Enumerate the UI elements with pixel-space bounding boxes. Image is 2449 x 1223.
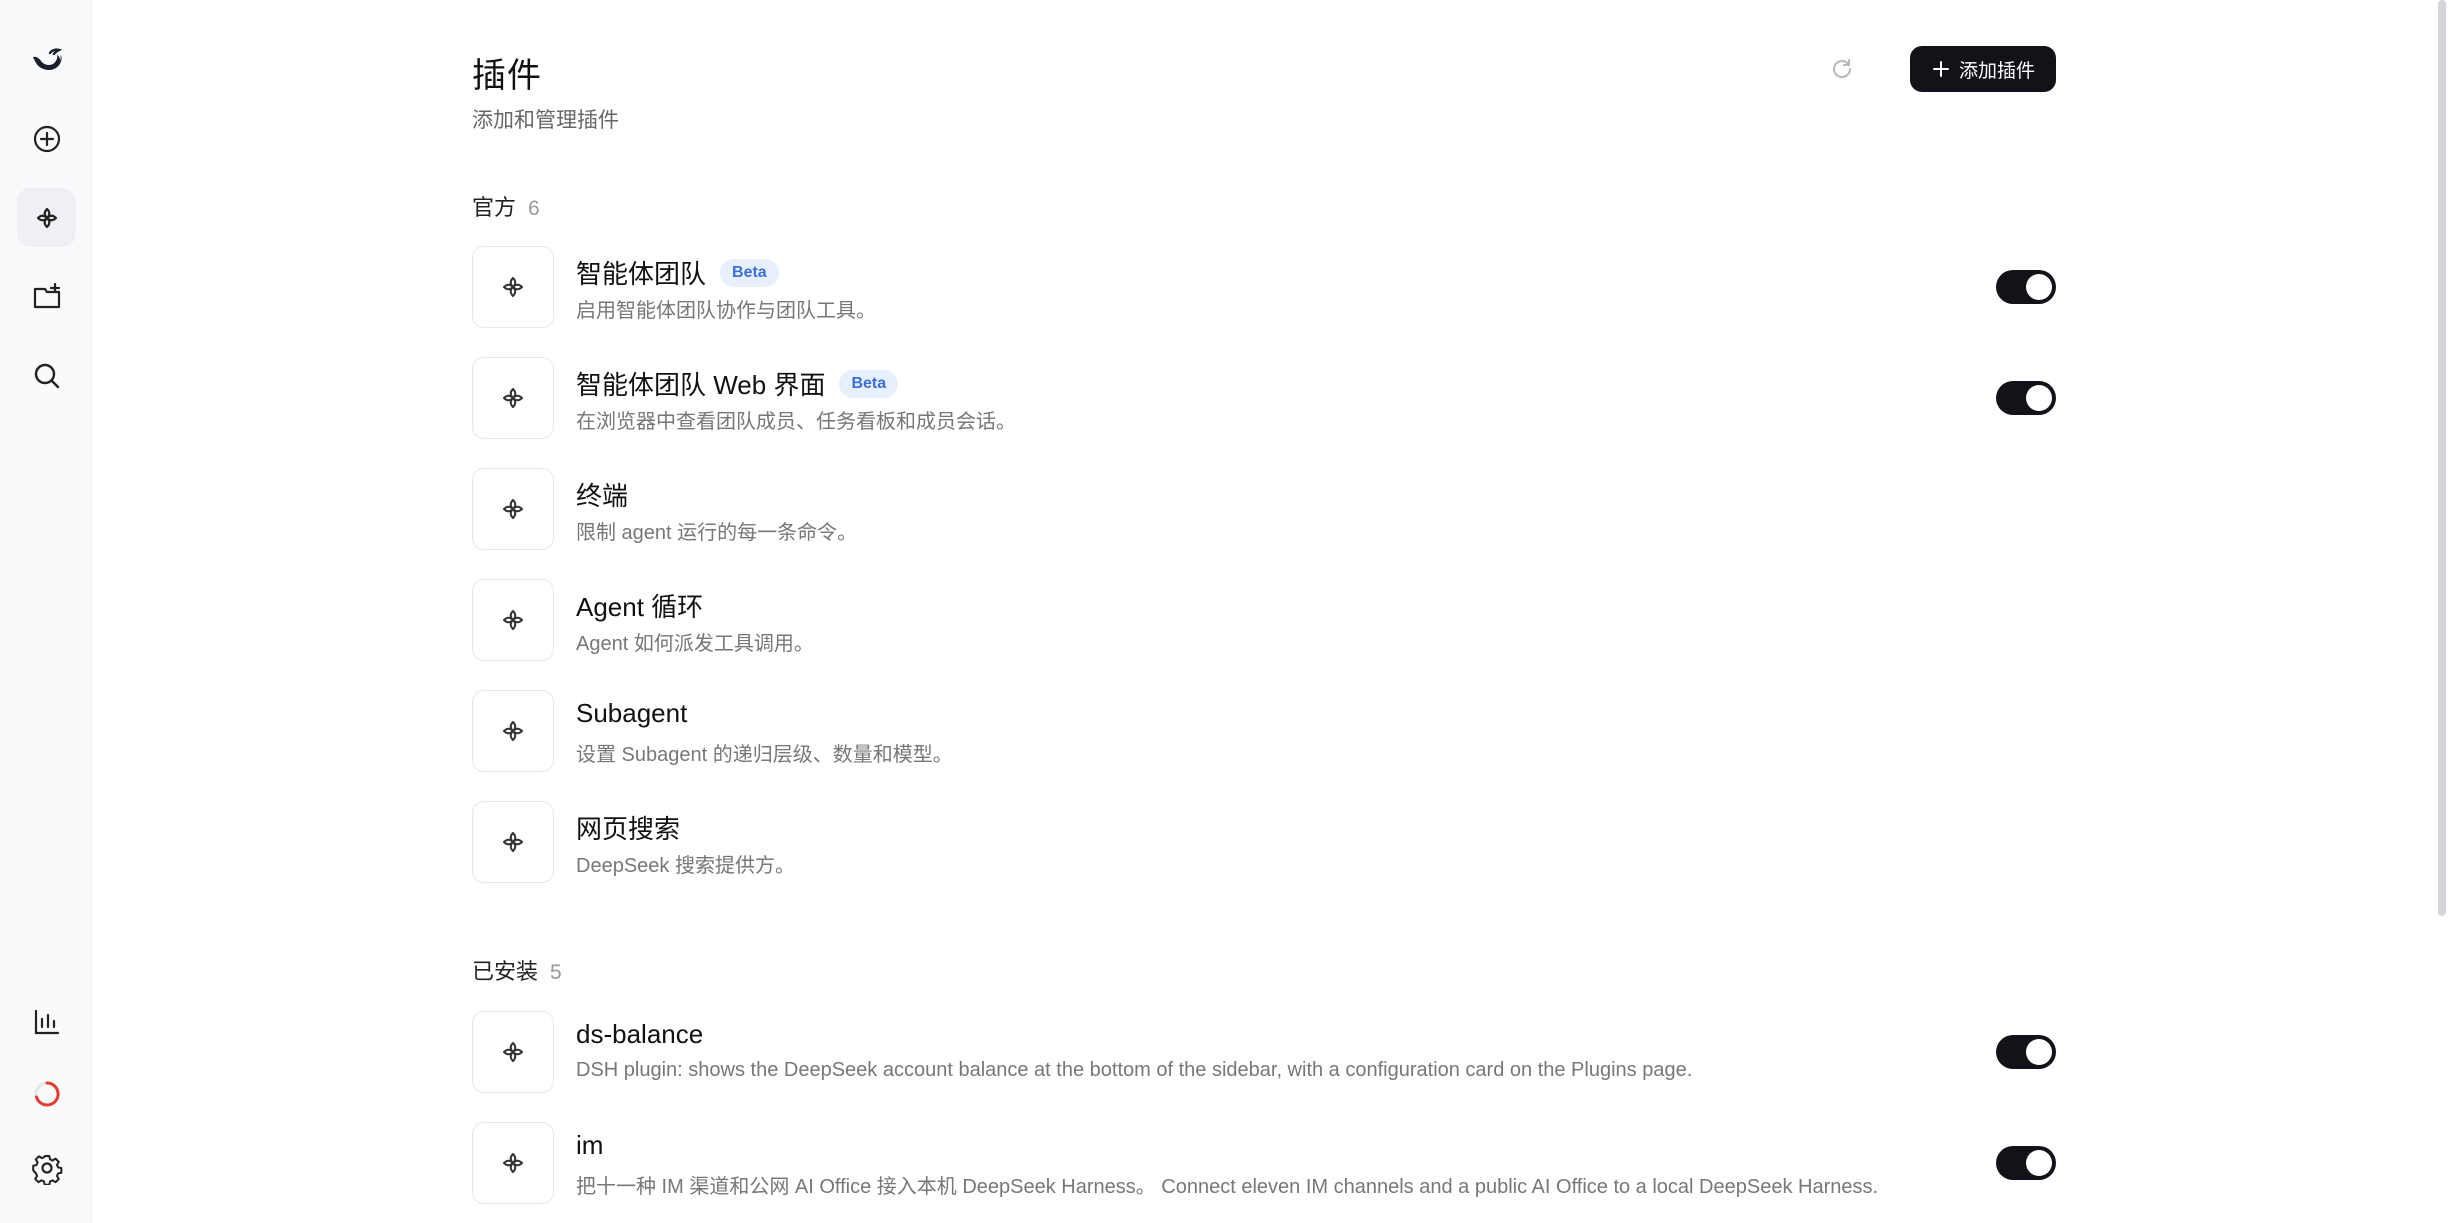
plugin-description: DeepSeek 搜索提供方。 (576, 855, 795, 877)
plus-icon (1932, 61, 1949, 77)
plugin-icon-box (472, 246, 554, 328)
plugins-nav-button[interactable] (17, 188, 76, 247)
page-scrollbar[interactable] (2437, 0, 2449, 1223)
plugin-name: 智能体团队 Web 界面 Beta (576, 365, 899, 402)
plugin-title: 网页搜索 (576, 814, 681, 844)
refresh-icon (1833, 59, 1851, 78)
plugin-toggle[interactable] (1996, 1035, 2056, 1069)
plugin-icon-box (472, 579, 554, 661)
plugin-puzzle-icon (503, 388, 523, 408)
plugin-title: ds-balance (576, 1019, 704, 1049)
usage-button[interactable] (17, 1064, 76, 1123)
bar-chart-icon (34, 1009, 59, 1034)
plugin-name: Agent 循环 (576, 587, 703, 624)
toggle-knob (2026, 1150, 2052, 1176)
main-panel: 插件 添加和管理插件 添加插件 官方 6 智能体团队 Beta 启用智能体团队协… (92, 0, 2449, 1223)
section-installed-label: 已安装 (472, 959, 539, 984)
stats-button[interactable] (17, 992, 76, 1051)
toggle-knob (2026, 385, 2052, 411)
search-icon (34, 363, 59, 388)
plugin-puzzle-icon (503, 832, 523, 852)
plugin-description: 在浏览器中查看团队成员、任务看板和成员会话。 (576, 411, 1016, 433)
plugin-title: Agent 循环 (576, 592, 704, 622)
plugin-toggle[interactable] (1996, 270, 2056, 304)
plugin-title: 智能体团队 (576, 259, 707, 289)
plugin-title: 终端 (576, 481, 629, 511)
plugin-puzzle-icon (503, 499, 523, 519)
plugin-name: ds-balance (576, 1019, 703, 1050)
plugin-icon-box (472, 468, 554, 550)
section-installed-header: 已安装 5 (472, 954, 562, 986)
usage-ring-icon (34, 1080, 60, 1106)
whale-logo-icon (32, 47, 62, 70)
plugin-description: DSH plugin: shows the DeepSeek account b… (576, 1059, 1693, 1081)
plugin-puzzle-icon (503, 721, 523, 741)
plugin-puzzle-icon (503, 1042, 523, 1062)
scrollbar-thumb[interactable] (2438, 0, 2446, 916)
refresh-button[interactable] (1825, 52, 1859, 86)
section-official-count: 6 (528, 197, 540, 220)
plugin-row-agent-team[interactable]: 智能体团队 Beta 启用智能体团队协作与团队工具。 (472, 246, 2056, 330)
plugin-puzzle-icon (503, 610, 523, 630)
plugin-description: 限制 agent 运行的每一条命令。 (576, 522, 858, 544)
plugin-title: 智能体团队 Web 界面 (576, 370, 826, 400)
gear-icon (31, 1154, 62, 1185)
section-official-header: 官方 6 (472, 190, 540, 222)
folder-plus-icon (33, 282, 60, 308)
plugin-description: 把十一种 IM 渠道和公网 AI Office 接入本机 DeepSeek Ha… (576, 1176, 1879, 1198)
plugin-name: im (576, 1130, 603, 1161)
beta-badge: Beta (839, 369, 899, 398)
plugin-puzzle-icon (503, 277, 523, 297)
plugin-icon-box (472, 690, 554, 772)
plugin-name: 智能体团队 Beta (576, 254, 779, 291)
plugin-puzzle-icon (503, 1153, 523, 1173)
toggle-knob (2026, 274, 2052, 300)
plugin-icon-box (472, 357, 554, 439)
plugin-toggle[interactable] (1996, 381, 2056, 415)
page-subtitle: 添加和管理插件 (472, 109, 619, 132)
beta-badge: Beta (720, 258, 779, 287)
plus-circle-icon (33, 125, 60, 152)
plugin-name: Subagent (576, 698, 687, 729)
plugin-description: 设置 Subagent 的递归层级、数量和模型。 (576, 744, 953, 766)
logo-button[interactable] (17, 30, 76, 89)
plugin-icon-box (472, 801, 554, 883)
left-rail (0, 0, 92, 1223)
new-chat-button[interactable] (17, 109, 76, 168)
plugin-icon-box (472, 1011, 554, 1093)
section-official-label: 官方 (472, 195, 517, 220)
page-title: 插件 (472, 57, 542, 95)
plugin-description: 启用智能体团队协作与团队工具。 (576, 300, 876, 322)
plugin-name: 网页搜索 (576, 809, 680, 846)
plugin-description: Agent 如何派发工具调用。 (576, 633, 814, 655)
plugin-row-agent-team-web[interactable]: 智能体团队 Web 界面 Beta 在浏览器中查看团队成员、任务看板和成员会话。 (472, 357, 2056, 441)
plugin-row-ds-balance[interactable]: ds-balance DSH plugin: shows the DeepSee… (472, 1011, 2056, 1095)
plugin-title: Subagent (576, 698, 688, 728)
plugin-title: im (576, 1130, 604, 1160)
plugin-icon-box (472, 1122, 554, 1204)
plugin-toggle[interactable] (1996, 1146, 2056, 1180)
section-installed-count: 5 (550, 961, 562, 984)
app-window: 插件 添加和管理插件 添加插件 官方 6 智能体团队 Beta 启用智能体团队协… (0, 0, 2449, 1223)
plugin-row-im[interactable]: im 把十一种 IM 渠道和公网 AI Office 接入本机 DeepSeek… (472, 1122, 2056, 1206)
plugin-row-subagent[interactable]: Subagent 设置 Subagent 的递归层级、数量和模型。 (472, 690, 2056, 774)
add-plugin-label: 添加插件 (1958, 60, 2035, 82)
plugin-row-agent-loop[interactable]: Agent 循环 Agent 如何派发工具调用。 (472, 579, 2056, 663)
plugin-name: 终端 (576, 476, 628, 513)
plugin-row-web-search[interactable]: 网页搜索 DeepSeek 搜索提供方。 (472, 801, 2056, 885)
settings-button[interactable] (17, 1138, 76, 1197)
plugin-puzzle-icon (36, 207, 57, 228)
toggle-knob (2026, 1039, 2052, 1065)
plugin-row-terminal[interactable]: 终端 限制 agent 运行的每一条命令。 (472, 468, 2056, 552)
search-button[interactable] (17, 346, 76, 405)
new-project-button[interactable] (17, 267, 76, 326)
add-plugin-button[interactable]: 添加插件 (1910, 46, 2056, 92)
